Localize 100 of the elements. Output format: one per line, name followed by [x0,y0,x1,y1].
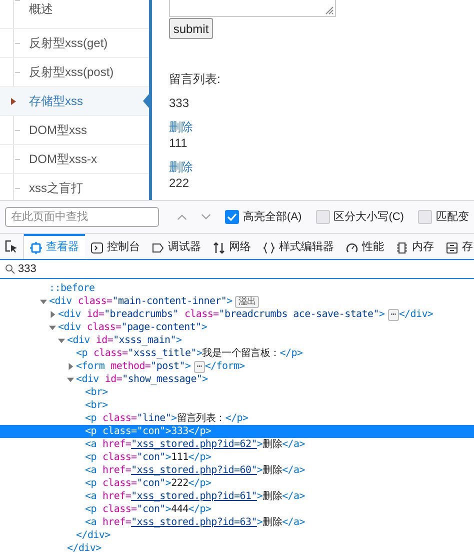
search-icon [5,264,15,274]
tag-text: </a> [282,464,305,478]
tag-text: > [196,348,202,361]
tag-text: > [256,464,263,478]
tree-row[interactable]: <a href="xss_stored.php?id=60">删除</a> [0,464,474,477]
attribute-name: class= [78,295,112,309]
attribute-name: id= [96,334,114,348]
sidebar-item[interactable]: 概述 [0,0,149,29]
devtools-tab[interactable]: 调试器 [146,234,207,259]
attribute-value: "xsss_title" [128,347,196,361]
node-text: 删除 [262,516,282,530]
resize-grip-icon[interactable] [325,6,334,15]
tag-text: </a> [282,490,305,504]
checkbox[interactable] [418,210,432,224]
tree-row[interactable]: <a href="xss_stored.php?id=62">删除</a> [0,438,474,451]
tree-row[interactable]: <p class="con">222</p> [0,477,474,490]
tree-row[interactable]: <div id="show_message"> [0,373,474,386]
up-chevron-icon[interactable] [177,213,188,221]
sidebar-item[interactable]: 存储型xss [0,87,149,116]
tag-text: <br> [85,399,108,413]
attribute-value: "line" [136,412,172,426]
tree-row[interactable]: <br> [0,399,474,412]
console-icon [91,242,103,254]
node-text: 删除 [262,464,282,478]
attribute-name: class= [184,308,219,322]
storage-icon [446,242,458,254]
tree-row[interactable]: <p class="con">333</p> [0,425,474,438]
tag-text: <br> [85,386,108,400]
tree-row[interactable]: <form method="post"> ⋯ </form> [0,360,474,373]
attribute-value: "breadcrumbs ace-save-state" [218,308,379,322]
tag-text: </a> [282,438,305,452]
braces-icon [263,242,275,254]
attribute-name: id= [104,373,122,387]
expanded-arrow-icon[interactable] [58,337,65,344]
tree-row[interactable]: <div id="breadcrumbs" class="breadcrumbs ace-save-state"> ⋯ </div> [0,308,474,321]
checkbox[interactable] [316,210,330,224]
expanded-arrow-icon[interactable] [40,298,47,305]
devtools-tab[interactable]: 内存 [390,234,440,259]
submit-button[interactable]: submit [169,18,213,39]
node-text: 留言列表： [176,412,226,426]
badge[interactable]: 溢出 [235,296,259,308]
message-text: 333 [169,96,190,110]
attribute-name: method= [110,360,151,374]
devtools-tab[interactable]: 性能 [340,234,390,259]
link-text[interactable]: "xss_stored.php?id=62" [131,437,257,452]
collapsed-arrow-icon[interactable] [49,311,56,318]
sidebar-item[interactable]: 反射型xss(get) [0,29,149,58]
tree-row[interactable]: ::before [0,282,474,295]
devtools-tab[interactable]: 查看器 [24,234,85,259]
attribute-value: "breadcrumbs" [104,308,178,322]
tag-text: <p [85,451,96,465]
sidebar-item[interactable]: DOM型xss-x [0,145,149,174]
find-field[interactable]: 在此页面中查找 [5,207,159,227]
node-text: 删除 [262,438,282,452]
tag-text: > [256,516,263,530]
option-label: 匹配变 [436,210,469,225]
tree-row[interactable]: <div id="xsss_main"> [0,334,474,347]
tag-text: </p> [280,347,303,361]
link-text[interactable]: "xss_stored.php?id=61" [131,489,257,504]
delete-link[interactable]: 删除 [169,120,193,134]
tree-row[interactable]: <a href="xss_stored.php?id=61">删除</a> [0,490,474,503]
expanded-arrow-icon[interactable] [49,324,56,331]
tree-row[interactable]: <a href="xss_stored.php?id=63">删除</a> [0,516,474,529]
delete-link[interactable]: 删除 [169,160,193,174]
tree-row[interactable]: <p class="con">444</p> [0,503,474,516]
attribute-name: class= [86,321,122,335]
expanded-arrow-icon[interactable] [67,376,74,383]
tag-text: > [165,425,172,439]
devtools-tab[interactable]: 网络 [207,234,257,259]
tree-row[interactable]: <p class="xsss_title">我是一个留言板：</p> [0,347,474,360]
checkbox[interactable] [225,210,240,224]
attribute-value: "con" [136,477,166,491]
link-text[interactable]: "xss_stored.php?id=63" [131,515,257,530]
attribute-name: class= [102,503,137,517]
node-text: 删除 [262,490,282,504]
inspector-search-field[interactable]: 333 [0,259,474,279]
tag-text: > [171,412,177,426]
tag-text: <p [85,412,96,426]
pseudo-element: ::before [49,282,95,296]
attribute-value: "page-content" [121,321,202,335]
tree-row[interactable]: <div class="main-content-inner"> 溢出 [0,295,474,308]
tag-text: </p> [225,412,248,426]
element-picker-icon[interactable] [5,240,18,253]
tree-row[interactable]: <p class="line">留言列表：</p> [0,412,474,425]
tree-row[interactable]: <div class="page-content"> [0,321,474,334]
devtools-tab[interactable]: 存 [440,234,474,259]
badge[interactable]: ⋯ [194,360,205,372]
tag-shape-icon [152,242,164,254]
collapsed-arrow-icon[interactable] [67,363,74,370]
tree-row[interactable]: <p class="con">111</p> [0,451,474,464]
option-label: 区分大小写(C) [334,210,404,225]
devtools-tab[interactable]: 样式编辑器 [257,234,340,259]
down-chevron-icon[interactable] [201,213,212,221]
tag-text: > [378,308,385,322]
sidebar-item[interactable]: DOM型xss [0,116,149,145]
badge[interactable]: ⋯ [388,308,399,320]
link-text[interactable]: "xss_stored.php?id=60" [131,463,257,478]
tree-row[interactable]: <br> [0,386,474,399]
tag-text: <p [76,347,88,361]
devtools-tab[interactable]: 控制台 [85,234,146,259]
